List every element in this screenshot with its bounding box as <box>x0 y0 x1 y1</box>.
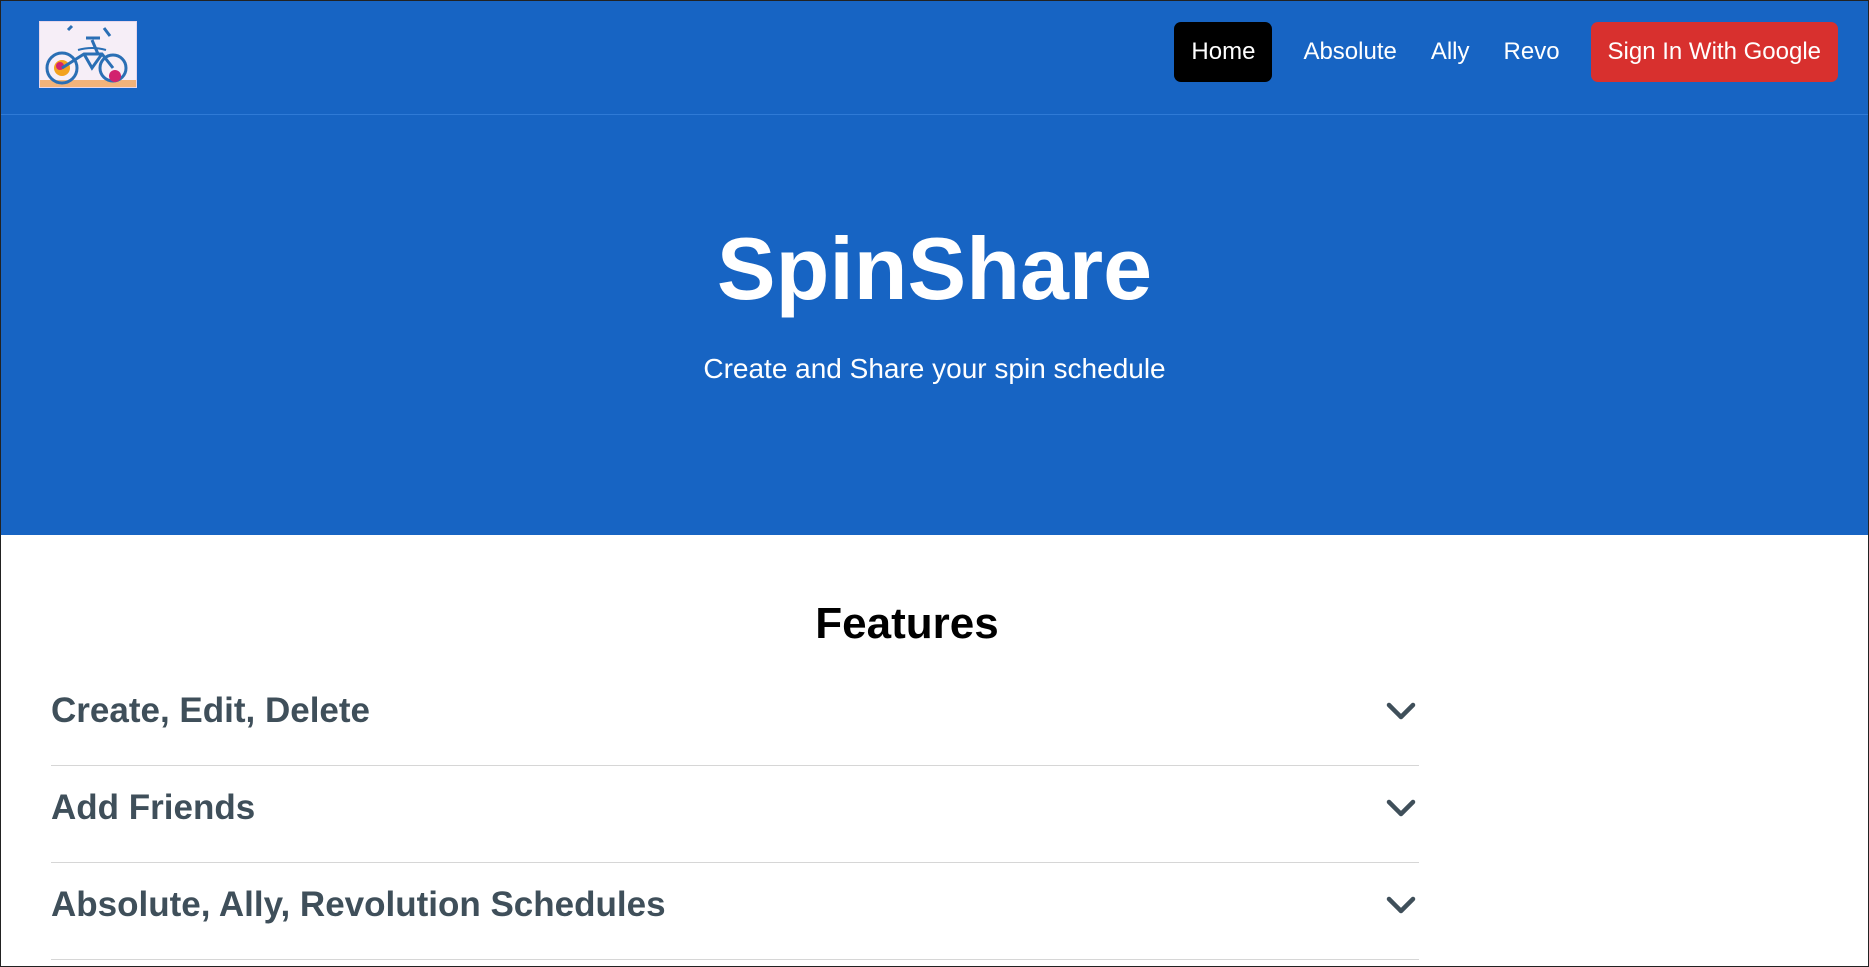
page: Home Absolute Ally Revo Sign In With Goo… <box>0 0 1869 967</box>
nav-absolute-link[interactable]: Absolute <box>1286 22 1413 82</box>
accordion-item-label: Absolute, Ally, Revolution Schedules <box>51 885 666 924</box>
features-accordion: Create, Edit, Delete Add Friends Absolut… <box>51 669 1419 960</box>
sign-in-with-google-button[interactable]: Sign In With Google <box>1590 22 1838 82</box>
features-title: Features <box>815 599 999 648</box>
hero-title: SpinShare <box>716 219 1153 318</box>
chevron-down-icon[interactable] <box>1385 792 1417 824</box>
nav-links: Home Absolute Ally Revo Sign In With Goo… <box>1174 22 1838 82</box>
accordion-item-add-friends[interactable]: Add Friends <box>51 766 1419 863</box>
accordion-item-label: Add Friends <box>51 788 256 827</box>
hero-section: SpinShare Create and Share your spin sch… <box>1 115 1868 535</box>
nav-home-link[interactable]: Home <box>1174 22 1273 82</box>
accordion-item-schedules[interactable]: Absolute, Ally, Revolution Schedules <box>51 863 1419 960</box>
hero-subtitle: Create and Share your spin schedule <box>703 353 1166 384</box>
navbar: Home Absolute Ally Revo Sign In With Goo… <box>1 1 1868 115</box>
chevron-down-icon[interactable] <box>1385 695 1417 727</box>
nav-ally-link[interactable]: Ally <box>1414 22 1487 82</box>
accordion-item-label: Create, Edit, Delete <box>51 691 370 730</box>
accordion-item-create-edit-delete[interactable]: Create, Edit, Delete <box>51 669 1419 766</box>
nav-revo-link[interactable]: Revo <box>1487 22 1577 82</box>
bicycle-logo-icon[interactable] <box>39 21 137 88</box>
chevron-down-icon[interactable] <box>1385 889 1417 921</box>
